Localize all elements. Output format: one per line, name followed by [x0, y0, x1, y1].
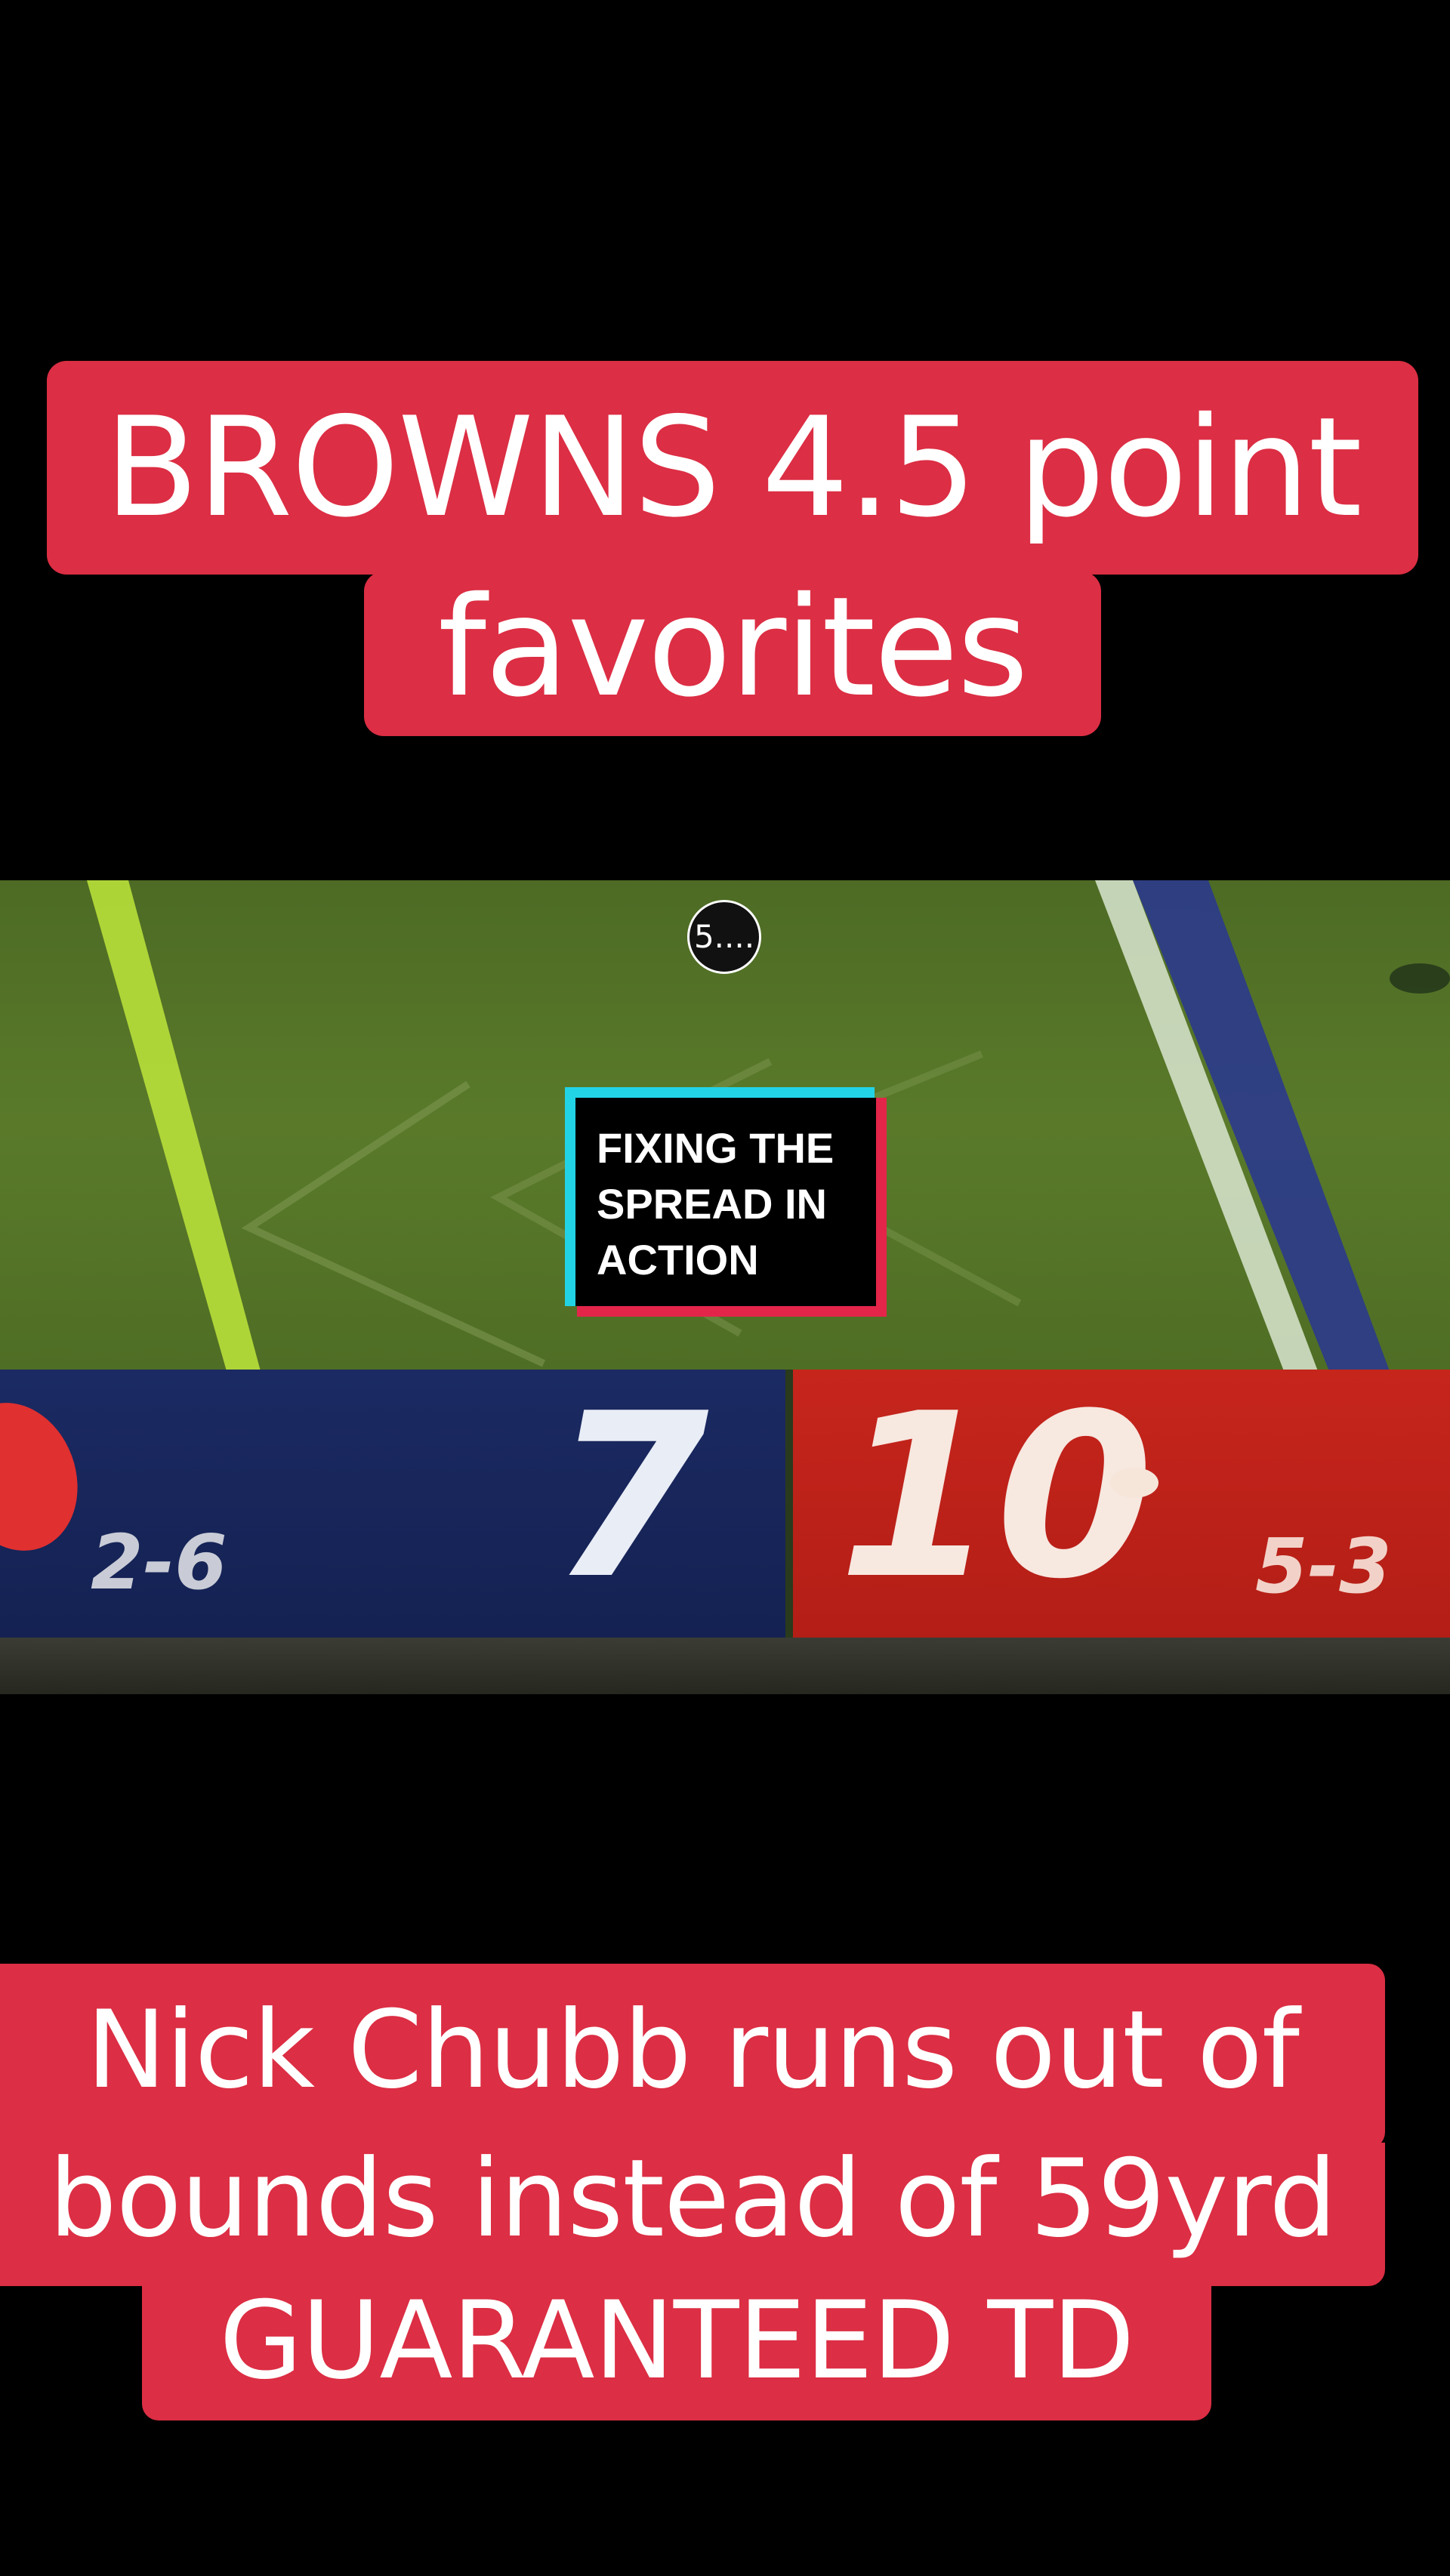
- away-team-record: 2-6: [91, 1518, 227, 1607]
- title-card-line-2: SPREAD IN: [597, 1180, 827, 1228]
- caption-bottom-line-1: Nick Chubb runs out of: [0, 1964, 1385, 2149]
- title-card: FIXING THE SPREAD IN ACTION: [565, 1087, 887, 1317]
- title-card-line-1: FIXING THE: [597, 1124, 835, 1172]
- caption-bottom-line-2: bounds instead of 59yrd: [0, 2143, 1385, 2286]
- title-card-body: FIXING THE SPREAD IN ACTION: [575, 1098, 876, 1306]
- countdown-badge: 5....: [687, 900, 761, 974]
- home-team-record: 5-3: [1255, 1522, 1392, 1610]
- home-team-score: 10: [838, 1365, 1154, 1628]
- caption-top-line-2: favorites: [364, 572, 1101, 736]
- away-team-score: 7: [551, 1365, 709, 1628]
- title-card-line-3: ACTION: [597, 1236, 759, 1283]
- caption-bottom-line-3: GUARANTEED TD: [142, 2285, 1211, 2420]
- caption-top-line-1: BROWNS 4.5 point: [47, 361, 1418, 575]
- possession-indicator-icon: [1110, 1468, 1158, 1498]
- scoreboard-bottom-strip: [0, 1638, 1450, 1694]
